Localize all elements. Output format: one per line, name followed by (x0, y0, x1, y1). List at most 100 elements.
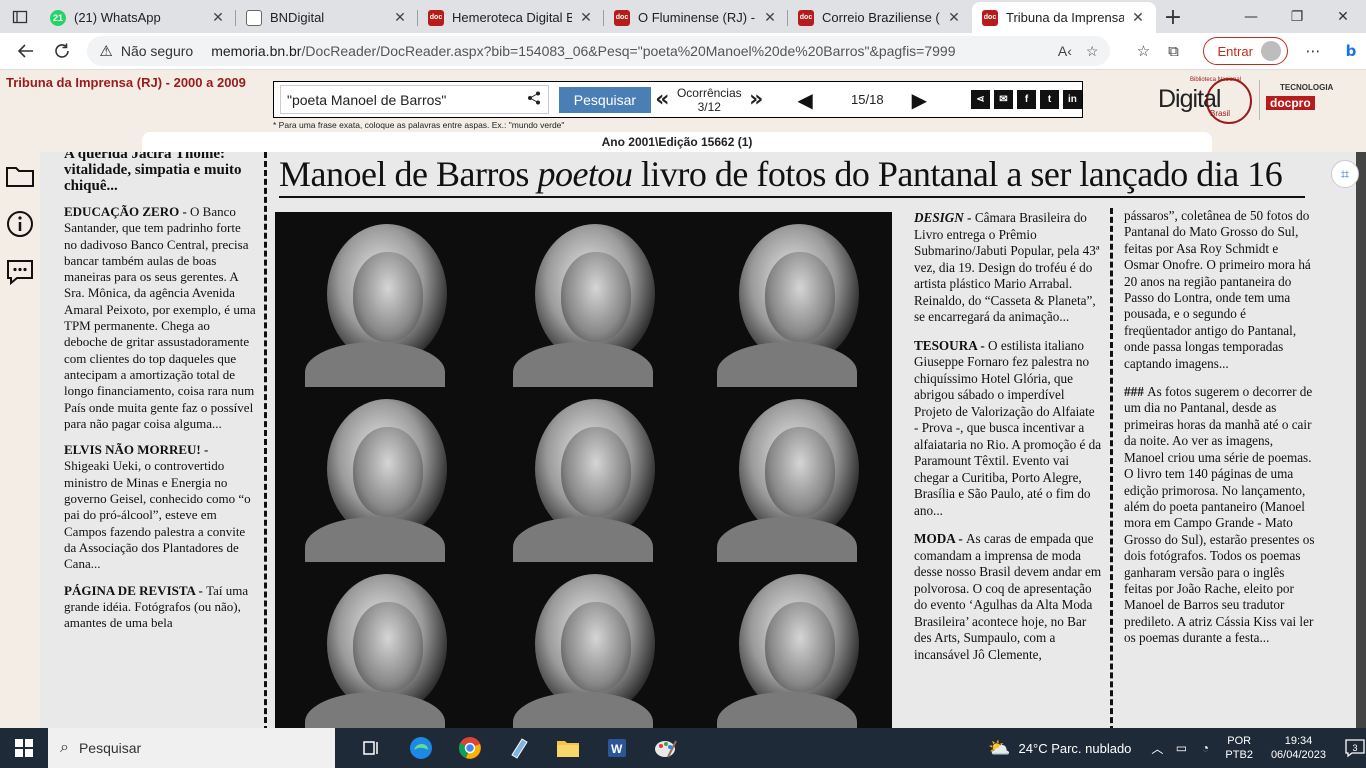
collections-icon[interactable]: ⧉ (1158, 42, 1188, 60)
folder-button[interactable] (0, 152, 40, 200)
language-indicator[interactable]: POR PTB2 (1225, 734, 1253, 762)
back-button[interactable] (8, 33, 44, 70)
svg-text:W: W (611, 742, 623, 756)
warning-icon[interactable]: ⚠ (99, 42, 112, 60)
explorer-taskbar-button[interactable] (543, 728, 592, 768)
chrome-taskbar-button[interactable] (445, 728, 494, 768)
search-panel: "poeta Manoel de Barros" Pesquisar « Oco… (273, 81, 1083, 118)
mid-p2-heading: TESOURA - (914, 337, 989, 353)
close-icon[interactable]: ✕ (762, 10, 778, 26)
middle-column: DESIGN - Câmara Brasileira do Livro entr… (914, 210, 1102, 675)
sign-in-button[interactable]: Entrar (1202, 37, 1288, 65)
next-occurrence-icon[interactable]: » (749, 87, 763, 112)
previous-page-icon[interactable]: ◀ (797, 88, 812, 112)
docpro-icon: doc (982, 9, 998, 26)
restore-icon[interactable]: ❐ (1274, 0, 1320, 33)
paint-taskbar-button[interactable] (641, 728, 690, 768)
notepad-taskbar-button[interactable] (494, 728, 543, 768)
photo-portrait (483, 562, 688, 732)
page-number-input[interactable]: 15 (820, 87, 866, 112)
linkedin-icon[interactable]: in (1062, 90, 1082, 109)
tab-tribuna[interactable]: doc Tribuna da Imprensa (F ✕ (972, 2, 1156, 33)
visual-search-icon[interactable]: ⌗ (1331, 160, 1359, 188)
close-icon[interactable]: ✕ (1130, 10, 1146, 26)
tab-hemeroteca[interactable]: doc Hemeroteca Digital Br ✕ (418, 2, 604, 33)
tab-correio[interactable]: doc Correio Braziliense (DF ✕ (788, 2, 972, 33)
lang-line-2: PTB2 (1225, 749, 1253, 761)
read-aloud-icon[interactable]: A‹ (1058, 43, 1072, 59)
bn-digital-logo[interactable]: Biblioteca Nacional Digital Brasil (1154, 75, 1254, 125)
tab-actions-button[interactable] (0, 0, 40, 33)
left-p1-text: O Banco Santander, que tem padrinho fort… (64, 204, 256, 431)
tab-title: Tribuna da Imprensa (F (1006, 10, 1124, 25)
info-button[interactable] (0, 200, 40, 248)
next-page-icon[interactable]: ▶ (912, 88, 927, 112)
notifications-button[interactable]: 3 (1336, 736, 1366, 760)
mid-p3-heading: MODA - (914, 531, 967, 546)
word-taskbar-button[interactable]: W (592, 728, 641, 768)
left-paragraph-3: PÁGINA DE REVISTA - Taí uma grande idéia… (64, 583, 256, 632)
bing-icon[interactable]: b (1336, 42, 1366, 60)
start-button[interactable] (0, 728, 48, 768)
tab-bndigital[interactable]: BNDigital ✕ (236, 2, 418, 33)
page-total: /18 (865, 92, 884, 107)
search-input[interactable]: "poeta Manoel de Barros" (280, 85, 549, 114)
weather-widget[interactable]: ⛅ 24°C Parc. nublado (988, 738, 1131, 759)
taskbar: ⌕ Pesquisar W ⛅ 24°C Parc. nublado ︿ ▭ ◔… (0, 728, 1366, 768)
twitter-icon[interactable]: t (1039, 90, 1059, 109)
collection-title: Tribuna da Imprensa (RJ) - 2000 a 2009 (6, 75, 246, 90)
minimize-icon[interactable]: — (1228, 0, 1274, 33)
tab-title: BNDigital (270, 10, 325, 25)
share-icon[interactable]: ⋖ (970, 90, 990, 109)
comments-button[interactable] (0, 248, 40, 296)
left-top-text: A querida Jacira Thomé: vitalidade, simp… (64, 152, 242, 194)
docpro-logo[interactable]: docpro (1266, 96, 1315, 110)
close-window-icon[interactable]: ✕ (1320, 0, 1366, 33)
not-secure-label[interactable]: Não seguro (121, 43, 193, 59)
url-text[interactable]: memoria.bn.br/DocReader/DocReader.aspx?b… (211, 43, 1044, 59)
favorites-icon[interactable]: ☆ (1128, 42, 1158, 60)
close-icon[interactable]: ✕ (578, 10, 594, 26)
left-paragraph-1: EDUCAÇÃO ZERO - O Banco Santander, que t… (64, 204, 256, 432)
more-options-icon[interactable]: ⋯ (1298, 42, 1328, 60)
add-favorite-icon[interactable]: ☆ (1086, 43, 1099, 60)
close-icon[interactable]: ✕ (210, 10, 226, 26)
task-view-button[interactable] (347, 728, 396, 768)
tech-label: TECNOLOGIA (1280, 83, 1334, 92)
occurrences-counter: Ocorrências 3/12 (675, 86, 743, 114)
partly-cloudy-icon: ⛅ (988, 737, 1011, 758)
newspaper-viewer[interactable]: A querida Jacira Thomé: vitalidade, simp… (40, 152, 1356, 732)
clock-date: 06/04/2023 (1270, 749, 1326, 761)
taskbar-search-placeholder: Pesquisar (78, 740, 142, 756)
search-button[interactable]: Pesquisar (558, 86, 652, 113)
whatsapp-icon: 21 (50, 9, 66, 26)
photo-portrait (687, 562, 892, 732)
battery-icon[interactable]: ▭ (1169, 741, 1193, 755)
new-tab-button[interactable]: + (1156, 2, 1190, 33)
close-icon[interactable]: ✕ (946, 10, 962, 26)
chevron-up-icon[interactable]: ︿ (1145, 740, 1169, 757)
occurrences-label: Ocorrências (676, 85, 742, 100)
viewer-scrollbar[interactable] (1356, 152, 1366, 732)
tab-whatsapp[interactable]: 21 (21) WhatsApp ✕ (40, 2, 236, 33)
tab-fluminense[interactable]: doc O Fluminense (RJ) - 20 ✕ (604, 2, 788, 33)
edge-taskbar-button[interactable] (396, 728, 445, 768)
close-icon[interactable]: ✕ (392, 10, 408, 26)
page-icon (246, 9, 262, 26)
wifi-icon[interactable]: ◔ (1193, 741, 1217, 755)
photo-portrait (275, 562, 480, 732)
left-column: A querida Jacira Thomé: vitalidade, simp… (64, 152, 256, 641)
address-bar[interactable]: ⚠ Não seguro memoria.bn.br/DocReader/Doc… (87, 36, 1111, 66)
previous-occurrence-icon[interactable]: « (655, 87, 669, 112)
chat-icon (7, 260, 33, 286)
facebook-icon[interactable]: f (1016, 90, 1036, 109)
photo-portrait (483, 212, 688, 387)
taskbar-search[interactable]: ⌕ Pesquisar (48, 728, 335, 768)
refresh-button[interactable] (44, 33, 80, 70)
share-icon[interactable] (523, 91, 545, 109)
info-icon (7, 211, 33, 237)
search-hint: * Para uma frase exata, coloque as palav… (273, 120, 565, 130)
clock[interactable]: 19:34 06/04/2023 (1271, 734, 1326, 762)
email-icon[interactable]: ✉ (993, 90, 1013, 109)
back-arrow-icon (17, 44, 33, 58)
